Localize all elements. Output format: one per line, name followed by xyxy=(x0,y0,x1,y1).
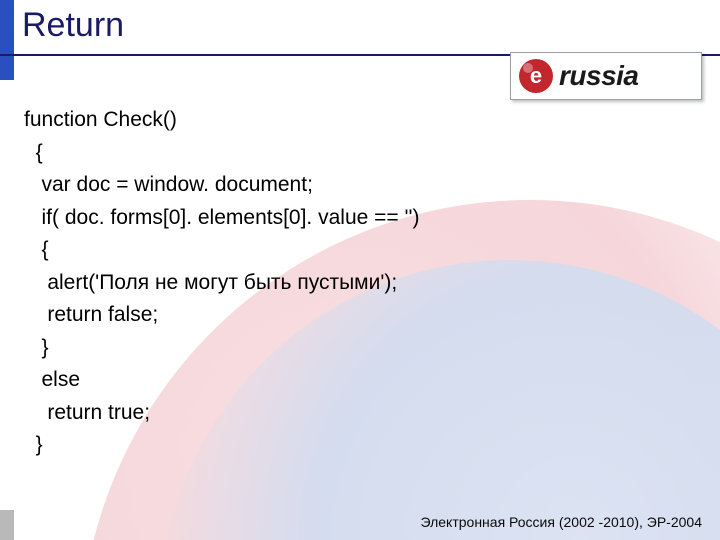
brand-logo: e russia xyxy=(510,52,702,100)
footer-text: Электронная Россия (2002 -2010), ЭР-2004 xyxy=(421,514,703,530)
logo-brand-text: russia xyxy=(559,60,639,92)
code-block: function Check() { var doc = window. doc… xyxy=(24,104,420,462)
logo-e-icon: e xyxy=(519,59,553,93)
left-bottom-stub xyxy=(0,510,14,540)
left-accent-bar xyxy=(0,0,14,80)
slide-title: Return xyxy=(22,6,124,45)
